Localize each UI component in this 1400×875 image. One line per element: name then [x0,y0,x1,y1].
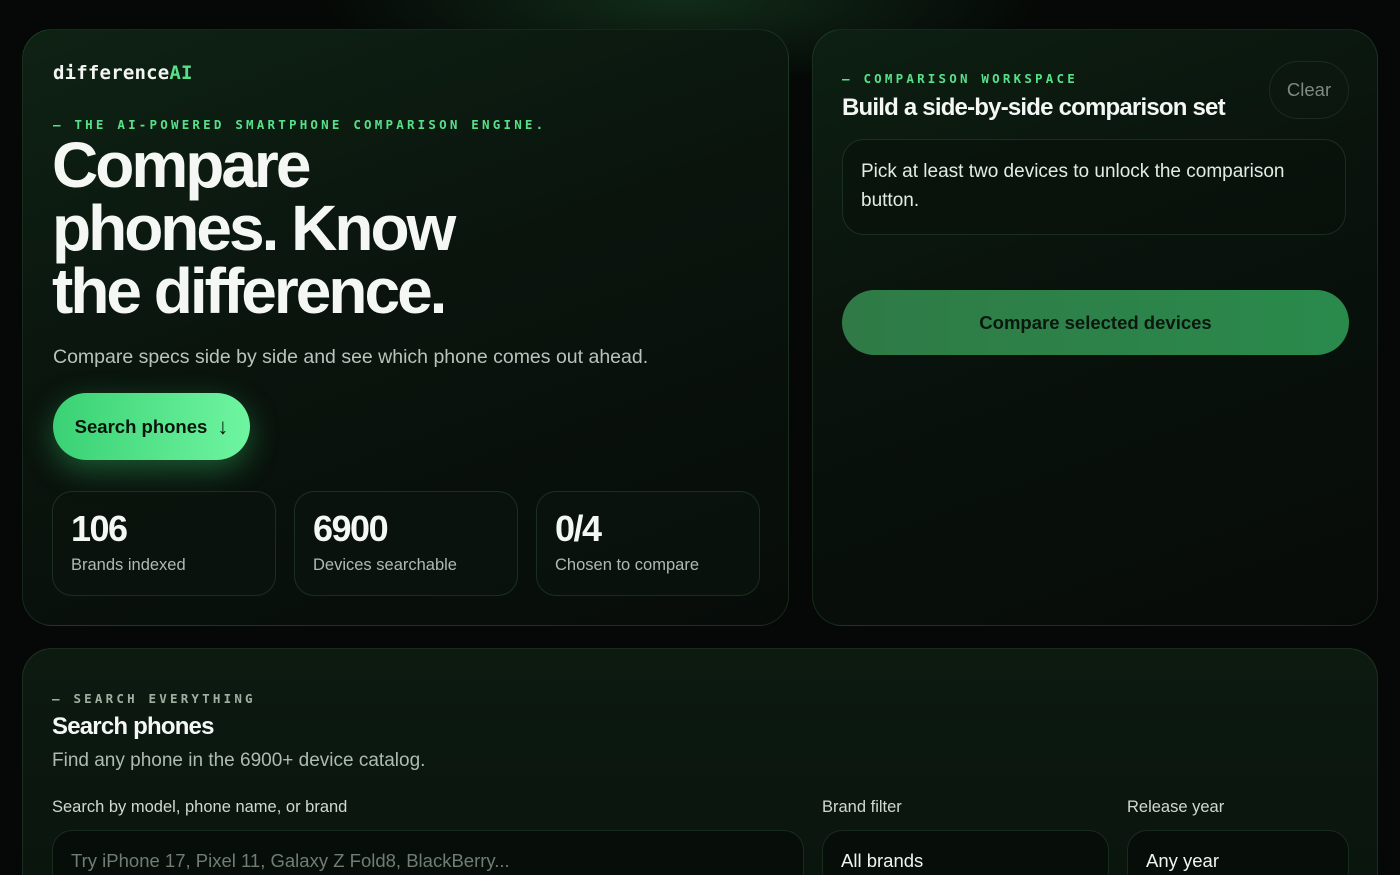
search-subtitle: Find any phone in the 6900+ device catal… [52,750,426,771]
hero-headline: Compare phones. Know the difference. [52,129,456,327]
stat-value: 106 [71,508,128,549]
clear-button[interactable]: Clear [1269,61,1349,119]
arrow-down-icon: ↓ [217,413,229,439]
workspace-title: Build a side-by-side comparison set [842,94,1226,121]
comparison-workspace-card: — COMPARISON WORKSPACE Build a side-by-s… [812,29,1378,626]
search-phones-button[interactable]: Search phones ↓ [53,393,250,460]
logo-text: difference [53,62,170,84]
workspace-eyebrow: — COMPARISON WORKSPACE [842,71,1078,86]
brand-filter-value: All brands [841,850,924,871]
search-card: — SEARCH EVERYTHING Search phones Find a… [22,648,1378,875]
stat-brands-indexed: 106 Brands indexed [52,491,276,596]
compare-selected-button[interactable]: Compare selected devices [842,290,1349,355]
release-year-value: Any year [1146,850,1220,871]
release-year-label: Release year [1127,798,1225,816]
brand-filter-select[interactable]: All brands [822,830,1109,875]
search-title: Search phones [52,713,214,740]
stat-label: Devices searchable [313,556,457,574]
stat-value: 0/4 [555,508,602,549]
logo-suffix: AI [169,62,193,84]
hero-subline: Compare specs side by side and see which… [53,346,649,368]
hero-card: differenceAI — THE AI-POWERED SMARTPHONE… [22,29,789,626]
app-logo[interactable]: differenceAI [53,62,193,84]
release-year-select[interactable]: Any year [1127,830,1349,875]
search-input[interactable] [52,830,804,875]
search-phones-label: Search phones [74,415,208,437]
search-eyebrow: — SEARCH EVERYTHING [52,691,256,706]
brand-filter-label: Brand filter [822,798,902,816]
selection-hint: Pick at least two devices to unlock the … [842,139,1346,235]
stat-devices-searchable: 6900 Devices searchable [294,491,518,596]
search-query-label: Search by model, phone name, or brand [52,798,348,816]
stat-label: Chosen to compare [555,556,699,574]
stat-label: Brands indexed [71,556,186,574]
stat-chosen-to-compare: 0/4 Chosen to compare [536,491,760,596]
stat-value: 6900 [313,508,389,549]
